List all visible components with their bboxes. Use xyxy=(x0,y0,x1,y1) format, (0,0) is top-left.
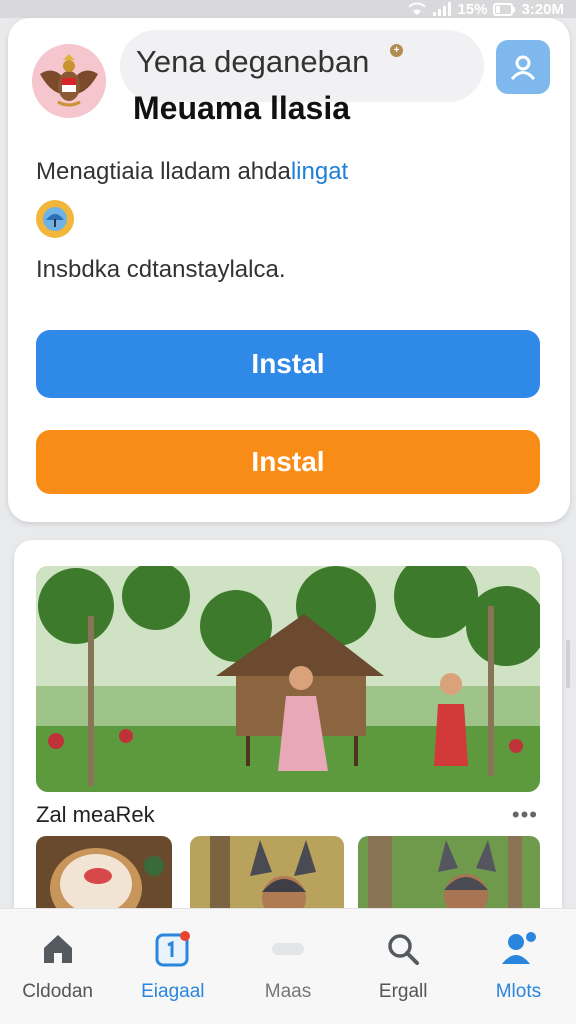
bottom-navigation: Cldodan Eiagaal Maas Ergall Mlots xyxy=(0,908,576,1024)
maps-icon xyxy=(272,943,304,955)
section-title: Zal meaRek xyxy=(36,802,155,827)
profile-button[interactable] xyxy=(496,40,550,94)
status-indicators: 15% 3:20M xyxy=(407,0,564,18)
nav-label-search: Ergall xyxy=(378,981,428,1002)
calendar-icon xyxy=(155,931,190,967)
home-icon xyxy=(43,935,72,963)
install-button-secondary[interactable]: Instal xyxy=(36,430,540,494)
page-title: Meuama llasia xyxy=(133,90,350,126)
nav-item-search[interactable]: Ergall xyxy=(346,909,461,1024)
nav-item-profile[interactable]: Mlots xyxy=(461,909,576,1024)
garuda-emblem-icon xyxy=(32,44,106,118)
install-button-primary[interactable]: Instal xyxy=(36,330,540,398)
install-card: Yena deganeban + Meuama llasia Menagtiai… xyxy=(8,18,570,522)
badge-plus-icon: + xyxy=(390,44,403,57)
umbrella-badge-icon xyxy=(36,200,74,238)
hero-image[interactable] xyxy=(36,566,540,792)
scrollbar[interactable] xyxy=(566,640,570,688)
description-text: Menagtiaia lladam ahdalingat xyxy=(36,158,348,186)
battery-percent: 15% xyxy=(457,0,488,18)
profile-icon xyxy=(502,932,537,964)
description-main: Menagtiaia lladam ahda xyxy=(36,158,291,185)
nav-item-maps[interactable]: Maas xyxy=(230,909,345,1024)
clock: 3:20M xyxy=(521,0,564,18)
user-icon xyxy=(510,55,536,81)
nav-item-home[interactable]: Cldodan xyxy=(0,909,115,1024)
description-link[interactable]: lingat xyxy=(291,158,348,185)
wifi-icon xyxy=(408,2,427,15)
search-icon xyxy=(388,934,420,965)
note-text: Insbdka cdtanstaylalca. xyxy=(36,256,286,283)
nav-label-calendar: Eiagaal xyxy=(141,981,205,1002)
signal-icon xyxy=(433,2,452,16)
search-title: Yena deganeban xyxy=(136,44,370,79)
battery-icon xyxy=(493,2,516,16)
nav-label-home: Cldodan xyxy=(22,981,93,1002)
feed-card: Zal meaRek ••• xyxy=(14,540,562,960)
nav-label-profile: Mlots xyxy=(495,981,542,1002)
nav-item-calendar[interactable]: Eiagaal xyxy=(115,909,230,1024)
more-options-icon[interactable]: ••• xyxy=(512,802,538,828)
nav-label-maps: Maas xyxy=(264,981,312,1002)
status-bar: 15% 3:20M xyxy=(0,0,576,18)
